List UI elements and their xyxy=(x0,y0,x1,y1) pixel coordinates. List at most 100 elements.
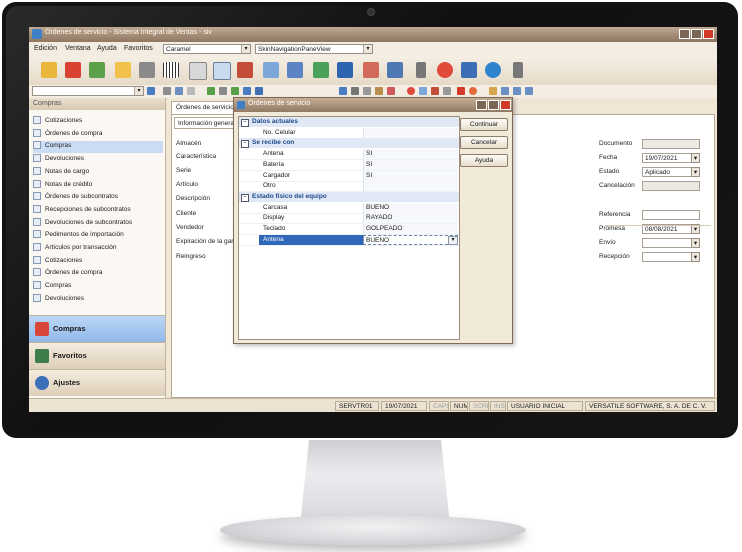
grid-row-value[interactable]: RAYADO xyxy=(363,213,458,224)
sidebar-item[interactable]: Cotizaciones xyxy=(33,116,163,128)
sidebar-item[interactable]: Recepciones de subcontratos xyxy=(33,204,163,217)
collapse-icon[interactable]: − xyxy=(241,119,249,127)
calculator-icon[interactable] xyxy=(363,62,379,78)
grid-row-value[interactable]: SI xyxy=(363,149,458,160)
field-input[interactable] xyxy=(642,210,700,220)
grid-row[interactable]: Carcasa BUENO xyxy=(239,202,459,214)
grid-row[interactable]: Antena BUENO ▾ xyxy=(239,234,459,246)
save-icon[interactable] xyxy=(255,87,263,95)
sidebar-item[interactable]: Compras xyxy=(33,141,163,154)
copy-icon[interactable] xyxy=(363,87,371,95)
grid-row-value[interactable]: SI xyxy=(363,159,458,170)
grid-row-value[interactable]: BUENO xyxy=(363,202,458,213)
sidebar-item[interactable]: Pedimentos de importación xyxy=(33,230,163,242)
chevron-down-icon[interactable]: ▾ xyxy=(448,235,458,245)
grid-row-value[interactable]: SI xyxy=(363,170,458,181)
close-button[interactable] xyxy=(703,29,714,39)
handshake-icon[interactable] xyxy=(115,62,131,78)
binoculars-icon[interactable] xyxy=(163,87,171,95)
check-document-icon[interactable] xyxy=(89,62,105,78)
chevron-down-icon[interactable]: ▾ xyxy=(691,167,700,177)
maximize-button[interactable] xyxy=(691,29,702,39)
user-icon[interactable] xyxy=(501,87,509,95)
power-icon[interactable] xyxy=(469,87,477,95)
menu-ventana[interactable]: Ventana xyxy=(65,45,91,52)
chevron-down-icon[interactable]: ▾ xyxy=(691,153,700,163)
remove-icon[interactable] xyxy=(219,87,227,95)
factory-icon[interactable] xyxy=(139,62,155,78)
grid-row[interactable]: Display RAYADO xyxy=(239,213,459,225)
lock-icon[interactable] xyxy=(489,87,497,95)
check-icon[interactable] xyxy=(231,87,239,95)
sidebar-item[interactable]: Notas de cargo xyxy=(33,166,163,179)
register-icon[interactable] xyxy=(237,62,253,78)
sidebar-item[interactable]: Artículos por transacción xyxy=(33,243,163,255)
calendar-small-icon[interactable] xyxy=(419,87,427,95)
search-input[interactable]: ▾ xyxy=(32,86,144,96)
money-icon[interactable] xyxy=(313,62,329,78)
id-card-icon[interactable] xyxy=(213,62,231,80)
contacts-icon[interactable] xyxy=(287,62,303,78)
grid-section-header[interactable]: − Datos actuales xyxy=(239,117,459,127)
menu-edicion[interactable]: Edición xyxy=(34,45,57,52)
sidebar-item[interactable]: Órdenes de subcontratos xyxy=(33,192,163,204)
grid-row-value[interactable] xyxy=(363,181,458,192)
dialog-close-button[interactable] xyxy=(500,100,511,110)
continue-button[interactable]: Continuar xyxy=(460,118,508,131)
menu-favoritos[interactable]: Favoritos xyxy=(124,45,153,52)
document-tab[interactable]: Órdenes de servicio xyxy=(171,101,237,114)
phone-icon[interactable] xyxy=(416,62,426,78)
sidebar-item[interactable]: Órdenes de compra xyxy=(33,128,163,141)
grid-section-header[interactable]: − Se recibe con xyxy=(239,138,459,149)
list-icon[interactable] xyxy=(175,87,183,95)
grid-row[interactable]: Teclado GOLPEADO xyxy=(239,224,459,235)
pencil-icon[interactable] xyxy=(243,87,251,95)
bank-icon[interactable] xyxy=(337,62,353,78)
clock-icon[interactable] xyxy=(437,62,453,78)
grid-row[interactable]: Antena SI xyxy=(239,149,459,161)
tab-informacion-general[interactable]: Información general xyxy=(174,117,236,129)
user-remove-icon[interactable] xyxy=(513,87,521,95)
user-add-icon[interactable] xyxy=(525,87,533,95)
grid-row[interactable]: Batería SI xyxy=(239,159,459,171)
sidebar-item[interactable]: Compras xyxy=(33,281,163,293)
cut-icon[interactable] xyxy=(351,87,359,95)
search-icon[interactable] xyxy=(147,87,155,95)
mobile-icon[interactable] xyxy=(513,62,523,78)
report-icon[interactable] xyxy=(431,87,439,95)
scale-icon[interactable] xyxy=(387,62,403,78)
folder-icon[interactable] xyxy=(41,62,57,78)
grid-row[interactable]: Otro xyxy=(239,181,459,193)
skin-select[interactable]: Caramel ▾ xyxy=(163,44,251,54)
grid-row[interactable]: No. Celular xyxy=(239,127,459,139)
dialog-maximize-button[interactable] xyxy=(488,100,499,110)
group-favoritos-button[interactable]: Favoritos xyxy=(29,342,165,369)
view-select[interactable]: SkinNavigationPaneView ▾ xyxy=(255,44,373,54)
export-icon[interactable] xyxy=(443,87,451,95)
document-icon[interactable] xyxy=(189,62,207,80)
chevron-down-icon[interactable]: ▾ xyxy=(691,252,700,262)
grid-row-value[interactable] xyxy=(363,127,458,138)
sidebar-item[interactable]: Devoluciones de subcontratos xyxy=(33,217,163,230)
print-icon[interactable] xyxy=(187,87,195,95)
field-input[interactable] xyxy=(642,181,700,191)
grid-section-header[interactable]: − Estado físico del equipo xyxy=(239,191,459,202)
sidebar-item[interactable]: Devoluciones xyxy=(33,293,163,306)
sidebar-item[interactable]: Notas de crédito xyxy=(33,179,163,192)
chevron-down-icon[interactable]: ▾ xyxy=(691,238,700,248)
sidebar-item[interactable]: Devoluciones xyxy=(33,154,163,166)
sidebar-item[interactable]: Cotizaciones xyxy=(33,255,163,268)
cancel-button[interactable]: Cancelar xyxy=(460,136,508,149)
grid-row-value[interactable]: BUENO xyxy=(363,234,458,245)
barcode-icon[interactable] xyxy=(163,62,179,78)
calendar-icon[interactable] xyxy=(263,62,279,78)
grid-row-value[interactable]: GOLPEADO xyxy=(363,224,458,234)
group-ajustes-button[interactable]: Ajustes xyxy=(29,369,165,396)
menu-ayuda[interactable]: Ayuda xyxy=(97,45,117,52)
minimize-button[interactable] xyxy=(679,29,690,39)
add-icon[interactable] xyxy=(207,87,215,95)
help-button[interactable]: Ayuda xyxy=(460,154,508,167)
dialog-minimize-button[interactable] xyxy=(476,100,487,110)
delete-icon[interactable] xyxy=(457,87,465,95)
clock-small-icon[interactable] xyxy=(407,87,415,95)
